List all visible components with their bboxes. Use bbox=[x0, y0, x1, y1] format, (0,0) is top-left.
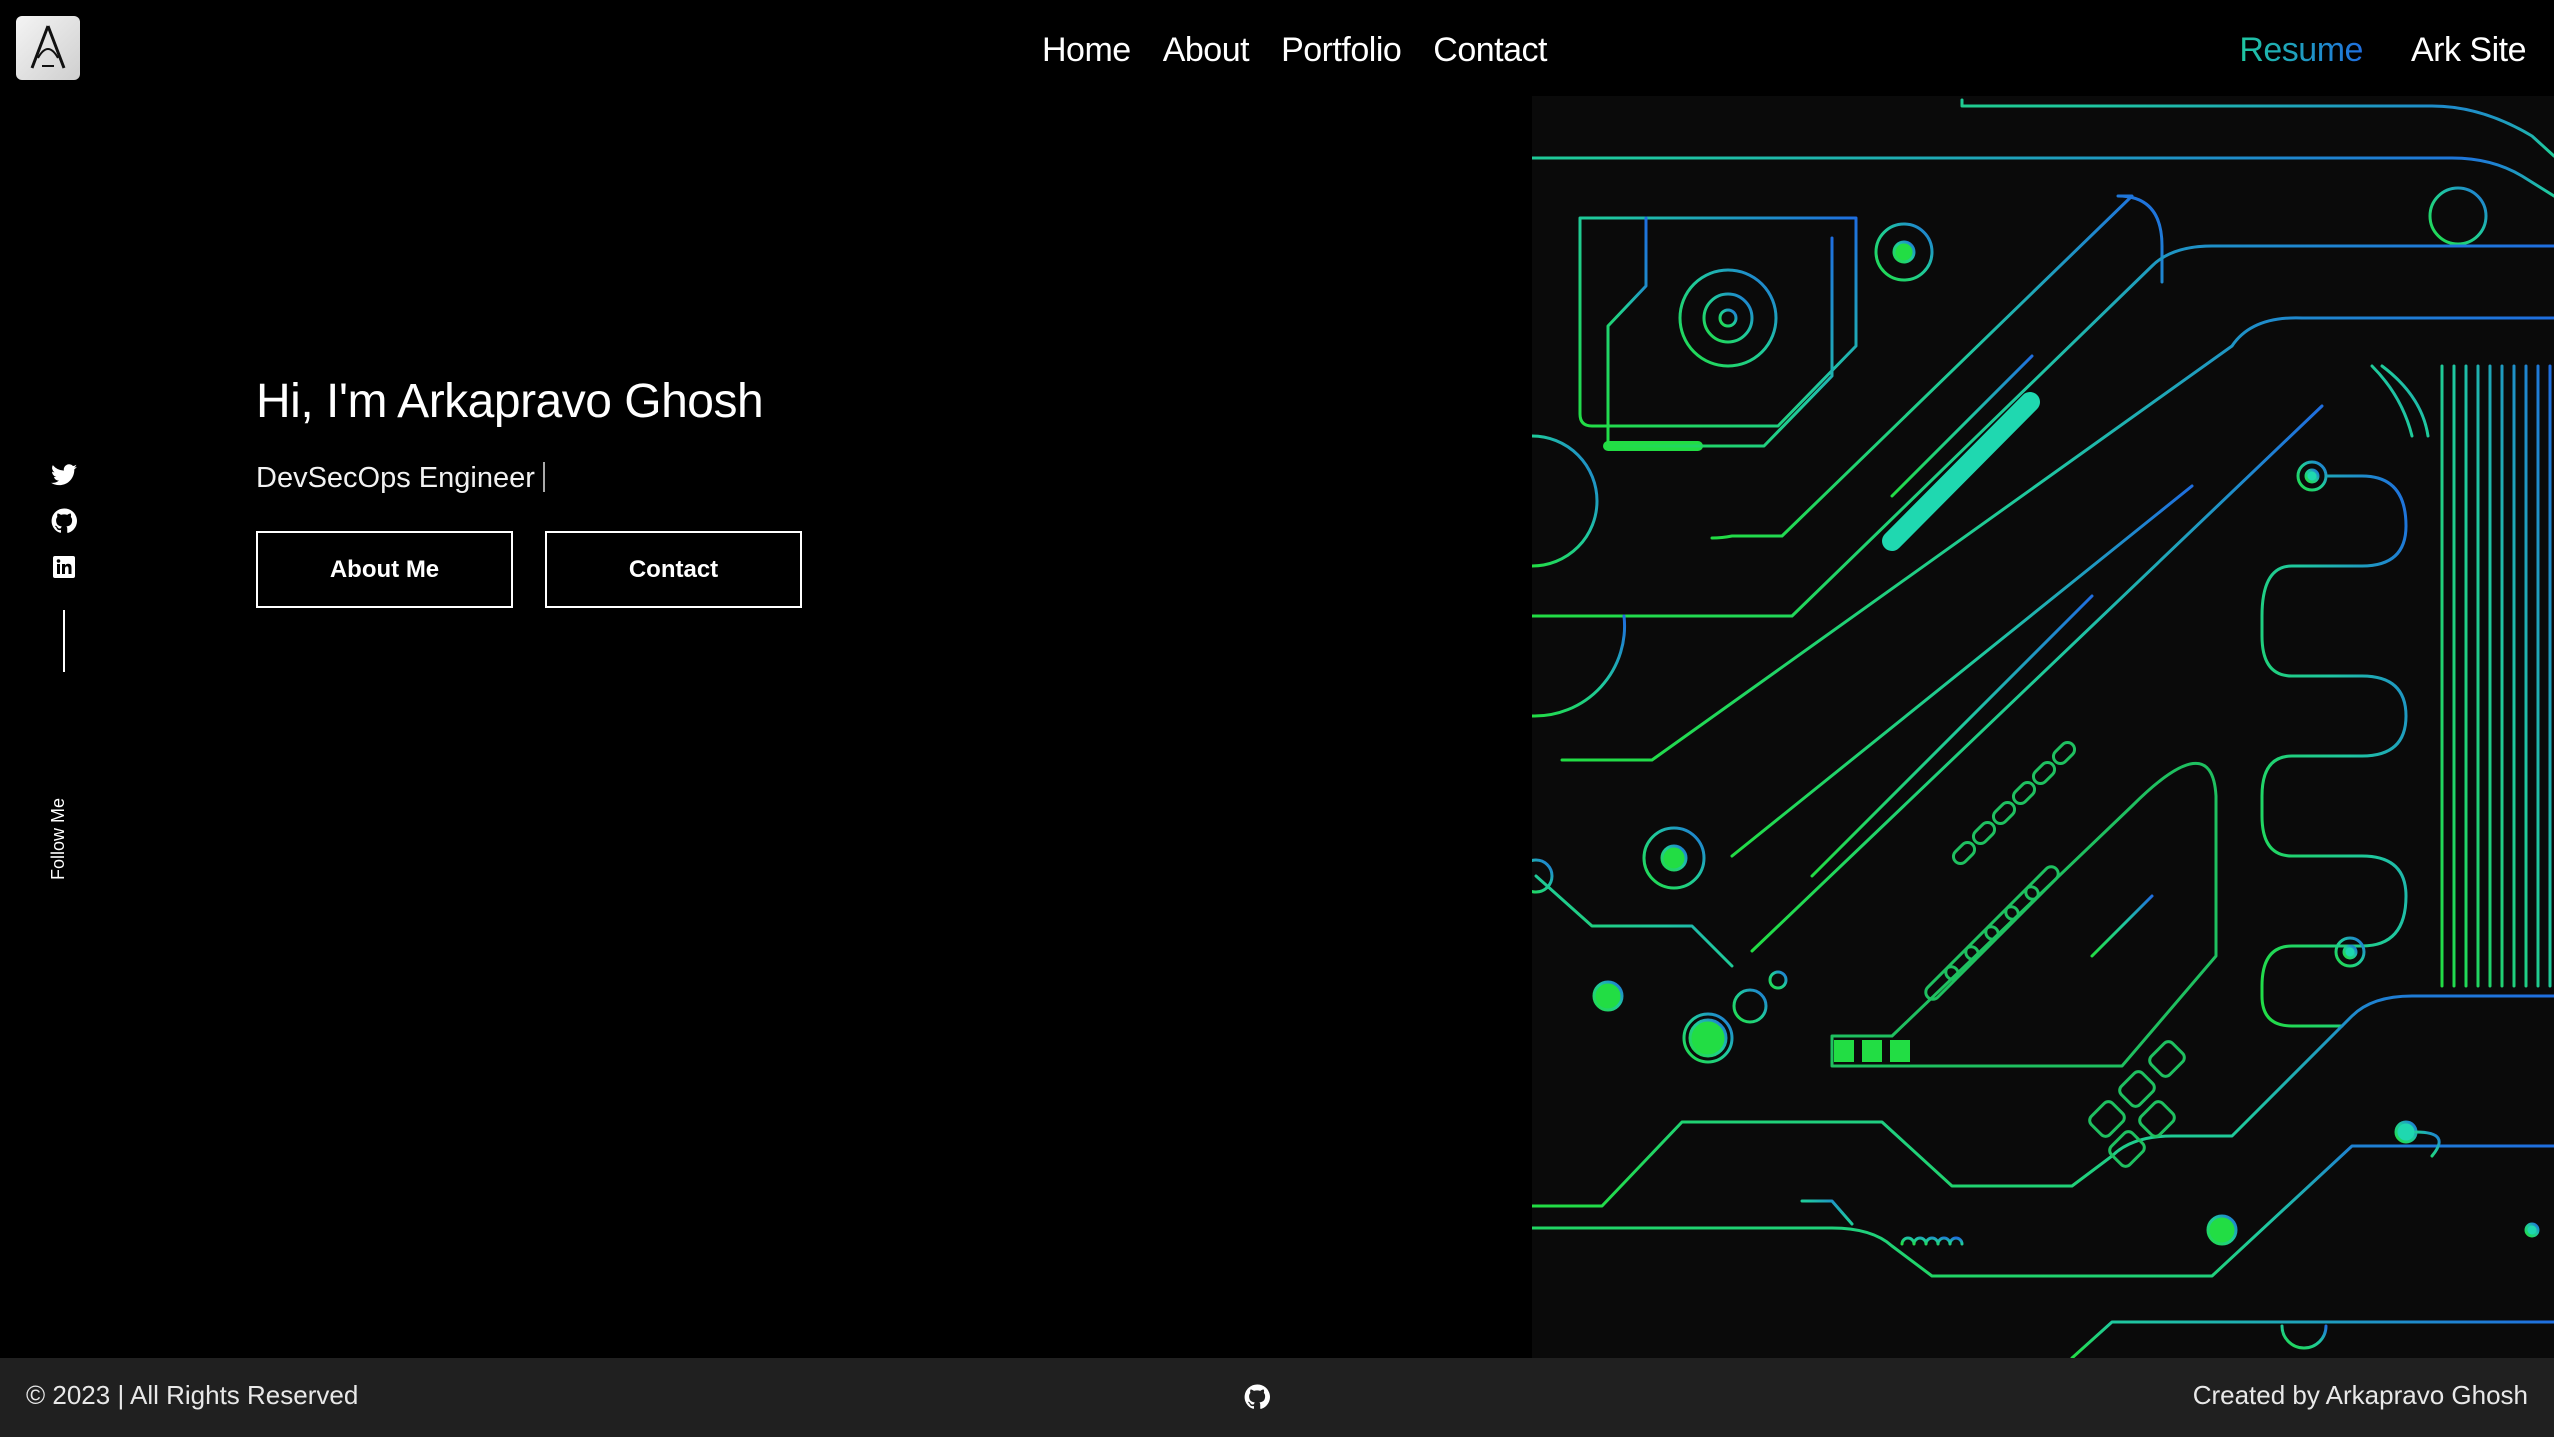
circuit-illustration bbox=[1532, 96, 2554, 1358]
contact-button[interactable]: Contact bbox=[545, 531, 802, 608]
social-rail bbox=[50, 462, 78, 672]
github-icon[interactable] bbox=[51, 508, 77, 534]
hero-role-text: DevSecOps Engineer bbox=[256, 462, 535, 494]
nav-home-link[interactable]: Home bbox=[1042, 28, 1131, 72]
credit-text: Created by Arkapravo Ghosh bbox=[2192, 1380, 2528, 1410]
nav-about-link[interactable]: About bbox=[1163, 28, 1250, 72]
social-divider bbox=[63, 610, 65, 672]
resume-link[interactable]: Resume bbox=[2239, 28, 2363, 72]
twitter-icon[interactable] bbox=[51, 462, 77, 488]
github-icon[interactable] bbox=[1244, 1384, 1270, 1410]
ark-logo-icon[interactable] bbox=[16, 16, 80, 80]
hero-subtitle: DevSecOps Engineer bbox=[256, 462, 545, 495]
hero-section bbox=[0, 96, 1532, 1358]
circuit-graphic bbox=[1532, 98, 2554, 1358]
footer: © 2023 | All Rights Reserved Created by … bbox=[0, 1358, 2554, 1437]
main-nav: Home About Portfolio Contact bbox=[1042, 28, 1547, 72]
copyright-text: © 2023 | All Rights Reserved bbox=[26, 1380, 359, 1410]
typing-cursor bbox=[542, 462, 545, 492]
nav-contact-link[interactable]: Contact bbox=[1433, 28, 1547, 72]
about-me-button[interactable]: About Me bbox=[256, 531, 513, 608]
nav-portfolio-link[interactable]: Portfolio bbox=[1281, 28, 1402, 72]
follow-me-label: Follow Me bbox=[48, 797, 68, 880]
top-navbar: Home About Portfolio Contact Resume Ark … bbox=[0, 0, 2554, 96]
ark-site-link[interactable]: Ark Site bbox=[2411, 28, 2527, 72]
header-actions: Resume Ark Site bbox=[2239, 28, 2526, 72]
hero-title: Hi, I'm Arkapravo Ghosh bbox=[256, 375, 764, 428]
linkedin-icon[interactable] bbox=[51, 554, 77, 580]
